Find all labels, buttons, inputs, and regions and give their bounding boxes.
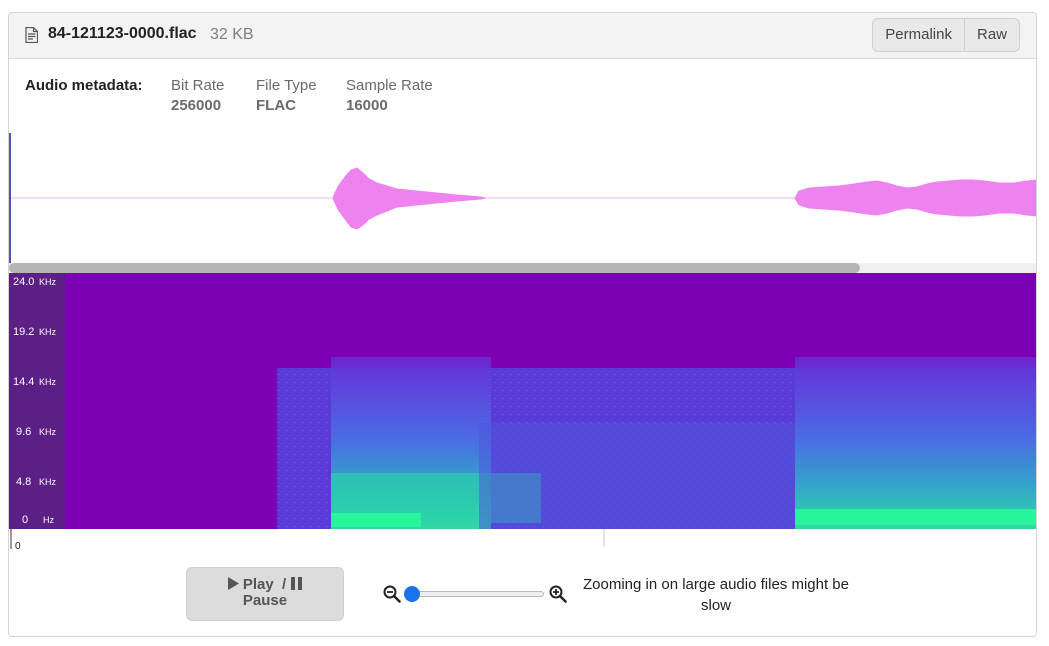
freq-label-24-0: 24.0 bbox=[13, 276, 34, 288]
pause-label: Pause bbox=[242, 592, 288, 609]
time-axis-ticks bbox=[10, 529, 605, 549]
metadata-value: FLAC bbox=[256, 97, 296, 114]
metadata-value: 16000 bbox=[346, 97, 388, 114]
spectrogram[interactable]: 24.0 KHz 19.2 KHz 14.4 KHz 9.6 KHz 4.8 K… bbox=[9, 273, 1037, 529]
time-axis: 0 bbox=[9, 529, 1036, 553]
freq-label-0: 0 bbox=[22, 514, 28, 526]
metadata-key: Bit Rate bbox=[171, 77, 225, 94]
freq-label-4-8: 4.8 bbox=[16, 476, 31, 488]
burst-floor bbox=[331, 513, 421, 527]
zoom-warning-text: Zooming in on large audio files might be… bbox=[583, 576, 849, 614]
freq-unit-14-4: KHz bbox=[39, 377, 57, 387]
raw-button[interactable]: Raw bbox=[963, 19, 1019, 51]
zoom-out-icon[interactable] bbox=[383, 585, 401, 603]
permalink-button[interactable]: Permalink bbox=[873, 19, 964, 51]
audio-file-panel: 84-121123-0000.flac 32 KB Permalink Raw … bbox=[8, 12, 1037, 637]
metadata-key: Sample Rate bbox=[346, 77, 433, 94]
freq-label-19-2: 19.2 bbox=[13, 326, 34, 338]
zoom-slider[interactable] bbox=[404, 586, 544, 602]
metadata-file-type: File Type FLAC bbox=[256, 77, 317, 114]
zoom-slider-track bbox=[405, 591, 544, 597]
freq-unit-9-6: KHz bbox=[39, 427, 57, 437]
freq-unit-19-2: KHz bbox=[39, 327, 57, 337]
metadata-key: File Type bbox=[256, 77, 317, 94]
freq-label-9-6: 9.6 bbox=[16, 426, 31, 438]
file-name: 84-121123-0000.flac bbox=[48, 25, 197, 42]
waveform-scrollbar[interactable] bbox=[9, 263, 1036, 273]
metadata-sample-rate: Sample Rate 16000 bbox=[346, 77, 433, 114]
file-header: 84-121123-0000.flac 32 KB Permalink Raw bbox=[9, 13, 1036, 59]
mid-energy bbox=[479, 423, 795, 529]
play-pause-button[interactable]: Play / Pause bbox=[186, 567, 344, 621]
scrollbar-thumb[interactable] bbox=[9, 263, 860, 273]
play-pause-separator: / bbox=[282, 576, 287, 593]
zoom-in-icon[interactable] bbox=[549, 585, 567, 603]
time-label-start: 0 bbox=[15, 541, 21, 552]
waveform-speech bbox=[794, 179, 1036, 217]
file-size: 32 KB bbox=[210, 26, 254, 43]
speech-energy bbox=[795, 357, 1036, 529]
play-label: Play bbox=[242, 576, 274, 593]
waveform-burst bbox=[332, 167, 486, 230]
metadata-value: 256000 bbox=[171, 97, 222, 114]
freq-unit-4-8: KHz bbox=[39, 477, 57, 487]
freq-unit-0: Hz bbox=[43, 515, 54, 525]
speech-low-band bbox=[795, 509, 1036, 525]
frequency-label-column bbox=[9, 273, 65, 529]
metadata-bit-rate: Bit Rate 256000 bbox=[171, 77, 224, 114]
waveform[interactable] bbox=[9, 133, 1037, 263]
zoom-slider-thumb[interactable] bbox=[404, 586, 420, 602]
pause-icon bbox=[291, 577, 303, 590]
freq-unit-24-0: KHz bbox=[39, 277, 57, 287]
file-text-icon bbox=[25, 27, 38, 43]
freq-label-14-4: 14.4 bbox=[13, 376, 34, 388]
play-icon bbox=[227, 577, 239, 590]
audio-metadata-label: Audio metadata: bbox=[25, 77, 143, 94]
file-actions: Permalink Raw bbox=[872, 18, 1020, 52]
